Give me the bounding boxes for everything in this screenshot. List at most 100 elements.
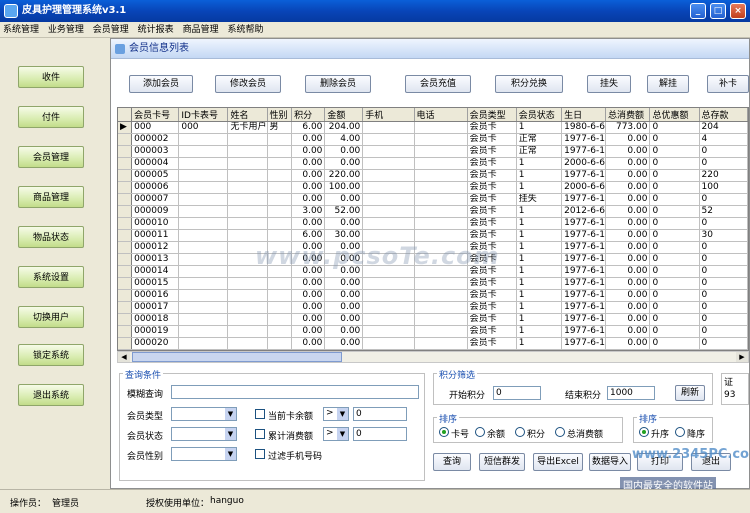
table-cell[interactable]: 会员卡: [467, 337, 517, 350]
table-cell[interactable]: [414, 301, 468, 314]
table-cell[interactable]: 会员卡: [467, 145, 517, 158]
close-button[interactable]: ×: [730, 3, 746, 19]
balance-checkbox[interactable]: [255, 409, 265, 419]
table-cell[interactable]: [178, 325, 229, 338]
table-cell[interactable]: 0: [699, 277, 748, 290]
sort-balance-radio[interactable]: [475, 427, 485, 437]
table-cell[interactable]: 30.00: [324, 229, 364, 242]
table-cell[interactable]: [178, 289, 229, 302]
sidebar-receive-button[interactable]: 收件: [18, 66, 84, 88]
table-cell[interactable]: [227, 337, 268, 350]
order-asc-radio[interactable]: [639, 427, 649, 437]
table-cell[interactable]: 000007: [131, 193, 180, 206]
table-cell[interactable]: [178, 133, 229, 146]
table-cell[interactable]: 0.00: [605, 325, 651, 338]
table-cell[interactable]: 0: [649, 205, 700, 218]
table-cell[interactable]: 1: [516, 289, 563, 302]
table-cell[interactable]: 2000-6-6: [561, 157, 606, 170]
table-cell[interactable]: [267, 157, 293, 170]
menu-business[interactable]: 业务管理: [45, 22, 87, 38]
column-header[interactable]: 电话: [414, 108, 468, 122]
total-spend-value-input[interactable]: 0: [353, 427, 407, 441]
table-cell[interactable]: [362, 169, 415, 182]
table-cell[interactable]: 会员卡: [467, 181, 517, 194]
table-cell[interactable]: 1977-6-1: [561, 289, 606, 302]
table-cell[interactable]: [267, 325, 293, 338]
table-cell[interactable]: 1980-6-6: [561, 121, 606, 134]
table-cell[interactable]: 挂失: [516, 193, 563, 206]
table-cell[interactable]: 会员卡: [467, 157, 517, 170]
table-cell[interactable]: 0.00: [291, 157, 326, 170]
table-cell[interactable]: 30: [699, 229, 748, 242]
sort-total-spend-radio[interactable]: [555, 427, 565, 437]
table-cell[interactable]: 0.00: [605, 301, 651, 314]
row-indicator[interactable]: [118, 325, 133, 338]
table-cell[interactable]: [267, 277, 293, 290]
table-cell[interactable]: 1: [516, 253, 563, 266]
table-cell[interactable]: 1: [516, 265, 563, 278]
table-cell[interactable]: 0.00: [324, 337, 364, 350]
table-cell[interactable]: 000003: [131, 145, 180, 158]
table-cell[interactable]: 0.00: [605, 277, 651, 290]
table-cell[interactable]: 773.00: [605, 121, 651, 134]
row-indicator[interactable]: [118, 313, 133, 326]
table-cell[interactable]: 0.00: [324, 313, 364, 326]
table-cell[interactable]: 0.00: [324, 325, 364, 338]
row-indicator[interactable]: [118, 145, 133, 158]
end-points-input[interactable]: 1000: [607, 386, 655, 400]
table-cell[interactable]: 1977-6-1: [561, 313, 606, 326]
table-cell[interactable]: 1977-6-1: [561, 325, 606, 338]
table-row[interactable]: 000009 3.00 52.00 会员卡 1 2012-6-6 0.00 0 52: [118, 205, 748, 218]
table-cell[interactable]: 会员卡: [467, 169, 517, 182]
table-cell[interactable]: 220.00: [324, 169, 364, 182]
table-cell[interactable]: [227, 157, 268, 170]
table-cell[interactable]: [178, 241, 229, 254]
table-cell[interactable]: [227, 301, 268, 314]
table-cell[interactable]: 0: [649, 325, 700, 338]
table-cell[interactable]: 0.00: [291, 181, 326, 194]
table-cell[interactable]: 0.00: [291, 289, 326, 302]
table-cell[interactable]: [414, 145, 468, 158]
table-cell[interactable]: 1: [516, 205, 563, 218]
table-cell[interactable]: [414, 157, 468, 170]
table-row[interactable]: 000005 0.00 220.00 会员卡 1 1977-6-1 0.00 0 220: [118, 169, 748, 182]
table-cell[interactable]: [178, 193, 229, 206]
table-cell[interactable]: 1: [516, 229, 563, 242]
table-cell[interactable]: 0.00: [291, 193, 326, 206]
table-cell[interactable]: 0.00: [291, 169, 326, 182]
table-cell[interactable]: [267, 289, 293, 302]
table-cell[interactable]: [267, 145, 293, 158]
table-cell[interactable]: 1977-6-1: [561, 133, 606, 146]
table-row[interactable]: ▶ 000 000 无卡用户男 6.00 204.00 会员卡 1 1980-6-6 773.00…: [118, 121, 748, 134]
table-cell[interactable]: 0: [649, 313, 700, 326]
report-loss-button[interactable]: 挂失: [587, 75, 631, 93]
table-cell[interactable]: [414, 229, 468, 242]
column-header[interactable]: 生日: [561, 108, 606, 122]
table-cell[interactable]: 3.00: [291, 205, 326, 218]
table-cell[interactable]: 0: [699, 301, 748, 314]
table-cell[interactable]: 0: [649, 169, 700, 182]
table-cell[interactable]: 0: [649, 289, 700, 302]
table-row[interactable]: 000018 0.00 0.00 会员卡 1 1977-6-1 0.00 0 0: [118, 313, 748, 326]
table-cell[interactable]: 男: [267, 121, 293, 134]
table-cell[interactable]: 52.00: [324, 205, 364, 218]
table-cell[interactable]: 0.00: [324, 277, 364, 290]
table-cell[interactable]: 0: [699, 265, 748, 278]
table-cell[interactable]: [362, 217, 415, 230]
menu-member[interactable]: 会员管理: [90, 22, 132, 38]
table-cell[interactable]: 1: [516, 169, 563, 182]
sort-card-radio[interactable]: [439, 427, 449, 437]
table-cell[interactable]: 0: [699, 337, 748, 350]
table-cell[interactable]: [267, 313, 293, 326]
table-cell[interactable]: [414, 277, 468, 290]
table-cell[interactable]: 0: [649, 337, 700, 350]
table-cell[interactable]: 1: [516, 181, 563, 194]
table-cell[interactable]: [227, 277, 268, 290]
table-cell[interactable]: [267, 337, 293, 350]
table-cell[interactable]: [267, 169, 293, 182]
table-cell[interactable]: 0: [649, 157, 700, 170]
table-cell[interactable]: 204: [699, 121, 748, 134]
column-header[interactable]: 总消费额: [605, 108, 651, 122]
row-indicator[interactable]: [118, 181, 133, 194]
table-cell[interactable]: 220: [699, 169, 748, 182]
